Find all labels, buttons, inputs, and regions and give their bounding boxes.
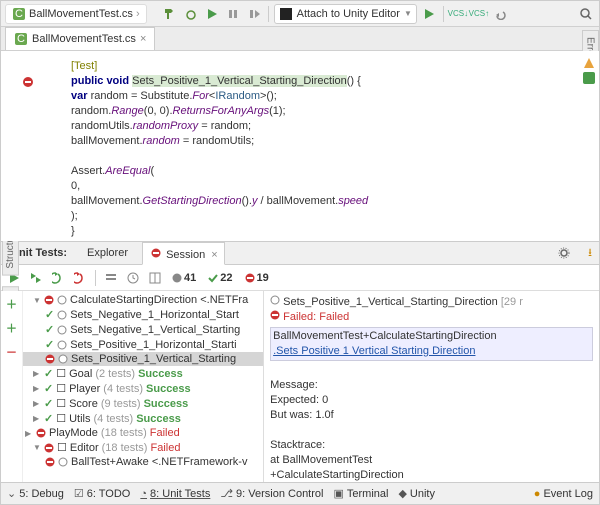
test-node[interactable]: ✓Sets_Negative_1_Vertical_Starting <box>23 322 263 337</box>
close-icon[interactable]: × <box>140 33 146 45</box>
pause-icon[interactable] <box>224 5 242 23</box>
test-node[interactable]: ✓Sets_Positive_1_Horizontal_Starti <box>23 337 263 352</box>
code-line: [Test] <box>71 60 97 72</box>
svg-text:C: C <box>17 33 25 45</box>
csharp-file-icon: C <box>14 32 28 46</box>
unity-icon <box>279 7 293 21</box>
fail-count[interactable]: 19 <box>241 271 273 285</box>
detail-test-link[interactable]: .Sets Positive 1 Vertical Starting Direc… <box>273 344 590 359</box>
fail-gutter-icon[interactable] <box>21 75 35 89</box>
detail-label: Stacktrace: <box>270 438 593 453</box>
breadcrumb[interactable]: C BallMovementTest.cs › <box>5 4 147 24</box>
tab-session[interactable]: Session × <box>142 242 225 265</box>
chevron-right-icon: › <box>136 8 140 20</box>
sb-event-log[interactable]: ● Event Log <box>534 488 593 500</box>
csharp-file-icon: C <box>12 7 26 21</box>
test-node[interactable]: ✓Sets_Negative_1_Horizontal_Start <box>23 307 263 322</box>
all-count[interactable]: 41 <box>168 271 200 285</box>
add2-icon[interactable]: ＋ <box>3 319 21 337</box>
search-icon[interactable] <box>577 5 595 23</box>
sb-unit-tests[interactable]: ◔ 8: Unit Tests <box>140 488 210 500</box>
close-icon[interactable]: × <box>211 249 217 261</box>
sb-todo[interactable]: ☑ 6: TODO <box>74 487 130 500</box>
separator <box>268 6 269 22</box>
detail-label: Message: <box>270 378 593 393</box>
clock-icon[interactable] <box>124 269 142 287</box>
tab-label: BallMovementTest.cs <box>32 33 136 45</box>
test-group-fail[interactable]: ▶PlayMode (18 tests) Failed <box>23 426 263 440</box>
detail-status: Failed: Failed <box>283 311 349 323</box>
ok-badge-icon[interactable] <box>583 72 595 84</box>
vcs-commit-icon[interactable]: VCS↑ <box>470 5 488 23</box>
collapse-icon[interactable] <box>102 269 120 287</box>
tab-explorer[interactable]: Explorer <box>81 244 134 262</box>
run-icon[interactable] <box>420 5 438 23</box>
layout-icon[interactable] <box>146 269 164 287</box>
test-group[interactable]: ▶✓☐Goal (2 tests) Success <box>23 366 263 381</box>
detail-class: BallMovementTest+CalculateStartingDirect… <box>273 329 590 344</box>
sb-vcs[interactable]: ⎇ 9: Version Control <box>220 487 323 500</box>
bug-icon[interactable] <box>182 5 200 23</box>
gear-icon[interactable] <box>555 244 573 262</box>
detail-test-name: Sets_Positive_1_Vertical_Starting_Direct… <box>283 296 498 308</box>
test-node[interactable]: ▼CalculateStartingDirection <.NETFra <box>23 293 263 307</box>
play-icon[interactable] <box>203 5 221 23</box>
hammer-icon[interactable] <box>161 5 179 23</box>
step-icon[interactable] <box>245 5 263 23</box>
breadcrumb-file: BallMovementTest.cs <box>29 8 133 20</box>
separator <box>443 6 444 22</box>
run-config-combo[interactable]: Attach to Unity Editor ▼ <box>274 4 417 24</box>
test-node-selected[interactable]: Sets_Positive_1_Vertical_Starting <box>23 352 263 366</box>
warn-badge-icon[interactable] <box>583 57 595 69</box>
svg-text:C: C <box>15 8 23 20</box>
pass-count[interactable]: 22 <box>204 271 236 285</box>
undo-icon[interactable] <box>491 5 509 23</box>
rerun-failed-red-icon[interactable] <box>71 269 89 287</box>
add-icon[interactable]: ＋ <box>3 295 21 313</box>
test-detail-panel: Sets_Positive_1_Vertical_Starting_Direct… <box>264 291 599 482</box>
sb-debug[interactable]: ⌄ 5: Debug <box>7 487 64 500</box>
test-group-fail[interactable]: ▼☐Editor (18 tests) Failed <box>23 440 263 455</box>
rerun-icon[interactable] <box>27 269 45 287</box>
editor-tab[interactable]: C BallMovementTest.cs × <box>5 27 155 50</box>
code-editor[interactable]: [Test] public void Sets_Positive_1_Verti… <box>1 51 599 241</box>
test-node[interactable]: BallTest+Awake <.NETFramework-v <box>23 455 263 469</box>
fail-icon <box>149 246 163 260</box>
chevron-down-icon: ▼ <box>404 9 412 18</box>
test-tree[interactable]: ＋ ＋ － ▼CalculateStartingDirection <.NETF… <box>1 291 264 482</box>
remove-icon[interactable]: － <box>3 343 21 361</box>
test-group[interactable]: ▶✓☐Score (9 tests) Success <box>23 396 263 411</box>
test-group[interactable]: ▶✓☐Player (4 tests) Success <box>23 381 263 396</box>
rerun-failed-icon[interactable] <box>49 269 67 287</box>
export-icon[interactable]: ⭳ <box>581 244 599 262</box>
test-group[interactable]: ▶✓☐Utils (4 tests) Success <box>23 411 263 426</box>
run-config-label: Attach to Unity Editor <box>297 8 400 20</box>
sb-unity[interactable]: ◆ Unity <box>398 487 435 500</box>
vcs-update-icon[interactable]: VCS↓ <box>449 5 467 23</box>
sb-terminal[interactable]: ▣ Terminal <box>333 487 388 500</box>
